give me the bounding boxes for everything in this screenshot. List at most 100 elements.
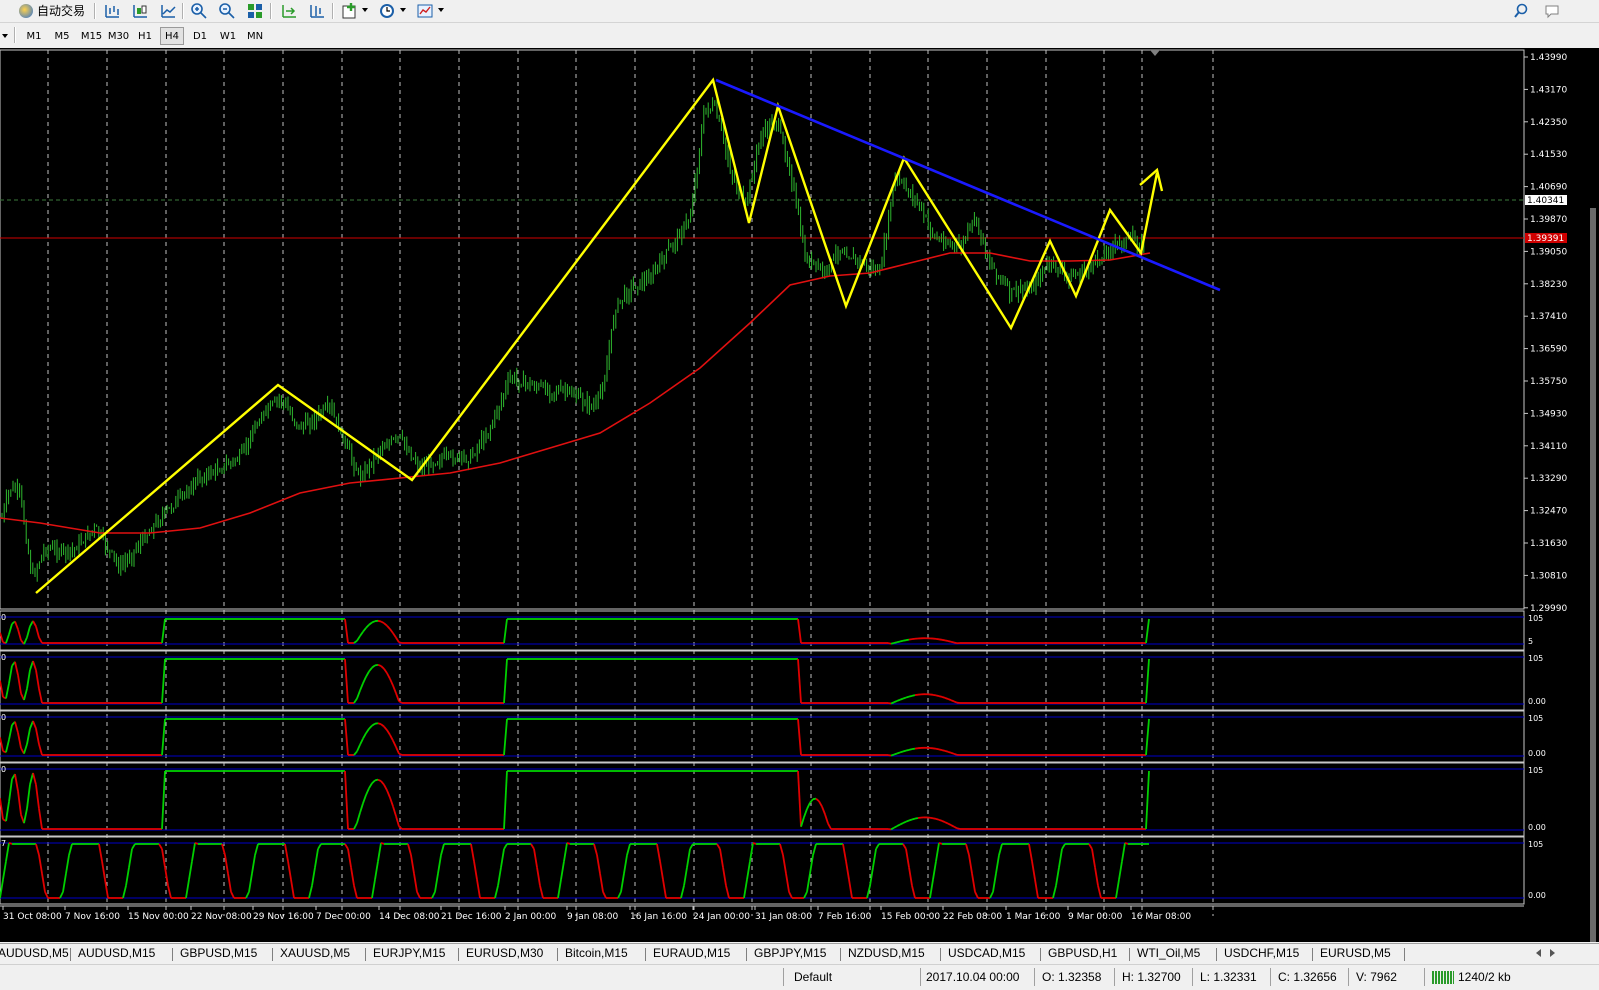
chart-tab-separator: [557, 948, 558, 961]
indicator-line: [726, 886, 729, 898]
line-chart-icon[interactable]: [159, 2, 177, 20]
timeframe-w1-button[interactable]: W1: [216, 27, 240, 45]
indicator-line: [1116, 880, 1119, 898]
timeframe-mn-button[interactable]: MN: [242, 27, 268, 45]
toolbar-separator: [270, 3, 272, 19]
price-axis-label: 1.43170: [1530, 85, 1567, 95]
timeframe-m30-button[interactable]: M30: [105, 27, 132, 45]
indicator-line: [360, 632, 363, 636]
candlestick-icon[interactable]: [131, 2, 149, 20]
indicator-line: [894, 753, 897, 754]
periodicity-dropdown-arrow-icon[interactable]: [400, 8, 406, 12]
indicators-dropdown-arrow-icon[interactable]: [362, 8, 368, 12]
tabs-scroll-left-icon[interactable]: [1536, 949, 1541, 957]
moving-average-line: [0, 253, 1150, 533]
indicator-line: [162, 849, 165, 867]
indicator-line: [813, 844, 816, 855]
time-axis-label: 7 Nov 16:00: [65, 912, 120, 922]
chart-tab[interactable]: AUDUSD,M5: [0, 946, 69, 962]
tile-windows-icon[interactable]: [246, 2, 264, 20]
status-datetime: 2017.10.04 00:00: [926, 970, 1019, 984]
indicator-line: [384, 727, 387, 731]
indicator-line: [621, 873, 624, 891]
timeframe-d1-button[interactable]: D1: [188, 27, 212, 45]
indicator-line: [399, 826, 402, 829]
chart-tab[interactable]: GBPJPY,M15: [754, 946, 826, 962]
price-axis-label: 1.37410: [1530, 312, 1567, 322]
tabs-scroll-right-icon[interactable]: [1550, 949, 1555, 957]
chart-tab[interactable]: Bitcoin,M15: [565, 946, 628, 962]
indicator-line: [897, 752, 900, 753]
indicator-line: [15, 774, 18, 791]
timeframe-h4-button[interactable]: H4: [160, 27, 184, 45]
chart-tab[interactable]: XAUUSD,M5: [280, 946, 350, 962]
indicator-line: [39, 855, 42, 873]
chart-tab[interactable]: NZDUSD,M15: [848, 946, 925, 962]
chart-tab[interactable]: USDCHF,M15: [1224, 946, 1299, 962]
autoscroll-icon[interactable]: [280, 2, 298, 20]
indicator-line: [798, 619, 801, 643]
chart-tab[interactable]: AUDUSD,M15: [78, 946, 155, 962]
chart-shift-icon[interactable]: [308, 2, 326, 20]
chart-tab[interactable]: EURUSD,M5: [1320, 946, 1391, 962]
templates-icon[interactable]: [416, 2, 434, 20]
timeframe-m1-button[interactable]: M1: [22, 27, 46, 45]
indicator-line: [717, 844, 720, 849]
timeframe-m5-button[interactable]: M5: [50, 27, 74, 45]
vertical-scrollbar[interactable]: [1590, 208, 1596, 942]
price-chart[interactable]: 1.439901.431701.423501.415301.406901.398…: [0, 48, 1599, 942]
indicator-line: [27, 670, 30, 689]
autotrade-button[interactable]: 自动交易: [14, 1, 90, 20]
timeframe-h1-button[interactable]: H1: [133, 27, 157, 45]
chart-tab-separator: [645, 948, 646, 961]
indicator-line: [393, 806, 396, 816]
indicator-line: [894, 701, 897, 702]
indicator-line: [933, 818, 936, 819]
indicator-line: [162, 659, 165, 703]
search-icon[interactable]: [1512, 2, 1530, 20]
chart-shift-marker-icon[interactable]: [1150, 50, 1160, 56]
indicator-line: [501, 849, 504, 867]
status-separator: [920, 968, 921, 986]
chart-tab[interactable]: WTI_Oil,M5: [1137, 946, 1200, 962]
indicator-line: [393, 741, 396, 747]
indicator-line: [504, 619, 507, 643]
indicator-line: [900, 751, 903, 752]
indicators-icon[interactable]: [341, 2, 359, 20]
timeframe-dropdown-arrow-icon[interactable]: [2, 34, 8, 38]
bar-chart-icon[interactable]: [103, 2, 121, 20]
chart-tab[interactable]: USDCAD,M15: [948, 946, 1025, 962]
price-axis-label: 1.31630: [1530, 539, 1567, 549]
indicator-line: [396, 693, 399, 701]
indicator-line: [357, 745, 360, 752]
templates-dropdown-arrow-icon[interactable]: [438, 8, 444, 12]
chart-tab[interactable]: EURJPY,M15: [373, 946, 445, 962]
indicator-window-frame: [0, 763, 1524, 836]
time-axis-label: 22 Nov 08:00: [191, 912, 252, 922]
indicator-line: [888, 643, 891, 644]
indicator-line: [954, 701, 957, 702]
zoom-out-icon[interactable]: [218, 2, 236, 20]
chat-icon[interactable]: [1544, 2, 1562, 20]
indicator-line: [900, 641, 903, 642]
chart-tab[interactable]: EURUSD,M30: [466, 946, 543, 962]
indicator-scale-top-label: 105: [1528, 654, 1543, 663]
status-open: O: 1.32358: [1042, 970, 1101, 984]
indicator-line: [399, 642, 402, 643]
indicator-line: [744, 880, 747, 898]
timeframe-m15-button[interactable]: M15: [78, 27, 105, 45]
indicator-line: [18, 733, 21, 748]
zoom-in-icon[interactable]: [190, 2, 208, 20]
ask-price-label: 1.40341: [1527, 196, 1564, 206]
chart-window[interactable]: 1.439901.431701.423501.415301.406901.398…: [0, 48, 1599, 942]
indicator-line: [228, 873, 231, 891]
indicator-line: [162, 771, 165, 829]
chart-tab[interactable]: EURAUD,M15: [653, 946, 730, 962]
indicator-line: [348, 849, 351, 867]
chart-tab[interactable]: GBPUSD,M15: [180, 946, 257, 962]
periodicity-icon[interactable]: [378, 2, 396, 20]
indicator-line: [366, 625, 369, 628]
chart-tab[interactable]: GBPUSD,H1: [1048, 946, 1117, 962]
indicator-line: [720, 849, 723, 867]
indicator-line: [1146, 771, 1149, 829]
